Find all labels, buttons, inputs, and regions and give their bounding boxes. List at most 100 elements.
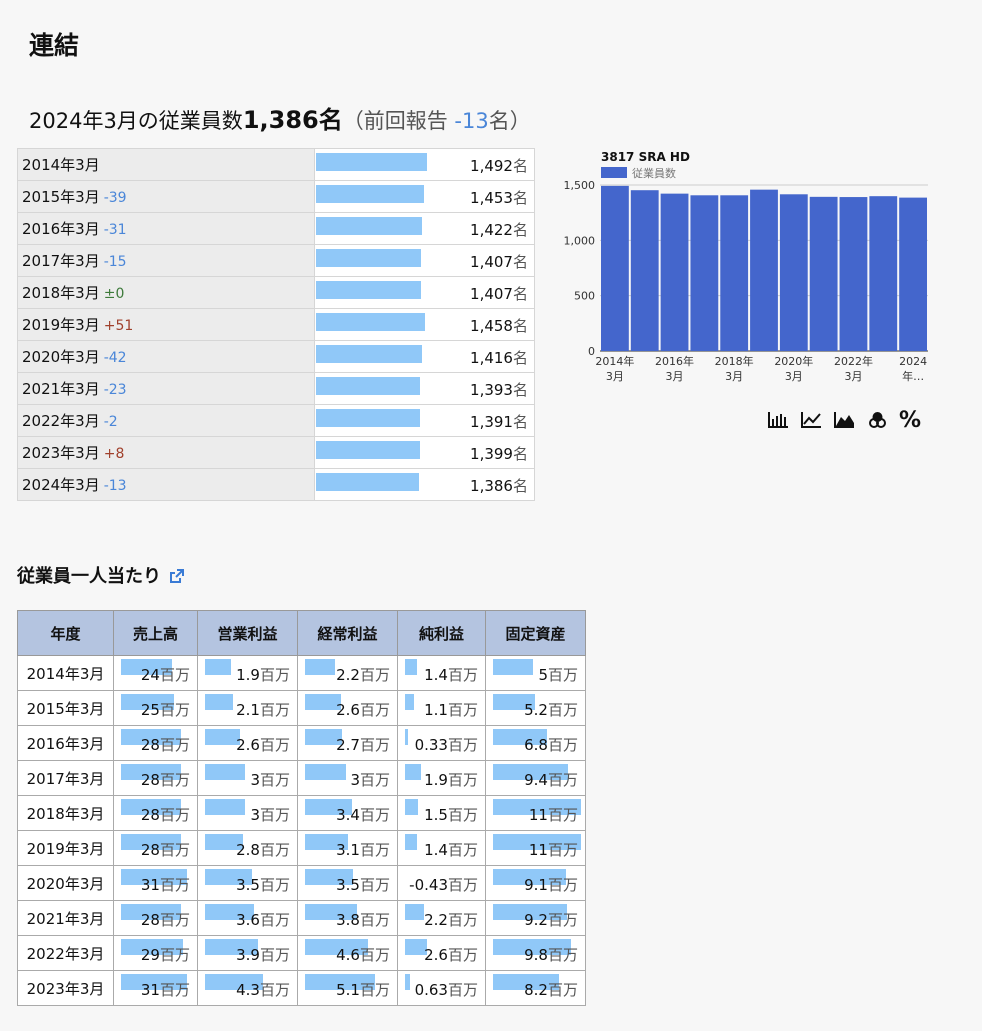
per-employee-cell: 0.63百万 [397,970,486,1006]
per-employee-number: 5 [538,666,548,684]
per-employee-year: 2022年3月 [17,935,114,971]
per-employee-number: 1.9 [424,771,448,789]
per-employee-value: 31百万 [141,979,190,1000]
employee-bar-chart: 3817 SRA HD 従業員数 0 500 1,000 1,500 2014年 3月 2016… [564,150,928,383]
per-employee-cell: 5百万 [485,655,586,691]
per-employee-unit: 百万 [447,806,478,824]
employee-unit: 名 [512,317,528,335]
per-employee-number: 0.33 [414,736,448,754]
per-employee-bar [493,659,533,675]
employee-change: -31 [103,222,127,238]
per-employee-unit: 百万 [159,981,190,999]
per-employee-unit: 百万 [547,771,578,789]
per-employee-header: 経常利益 [297,610,398,656]
per-employee-cell: 0.33百万 [397,725,486,761]
employee-value: 1,399名 [470,443,528,464]
area-chart-icon[interactable] [832,408,856,432]
per-employee-cell: 1.9百万 [397,760,486,796]
per-employee-value: 28百万 [141,839,190,860]
per-employee-unit: 百万 [447,666,478,684]
external-link-icon[interactable] [169,568,185,589]
per-employee-number: 3.8 [336,911,360,929]
per-employee-value: 9.4百万 [524,769,578,790]
per-employee-value: 3.8百万 [336,909,390,930]
per-employee-number: 2.2 [424,911,448,929]
per-employee-number: 9.1 [524,876,548,894]
per-employee-bar [405,729,408,745]
employee-change: -23 [103,382,127,398]
per-employee-value: 1.9百万 [236,664,290,685]
per-employee-value: 1.4百万 [424,839,478,860]
per-employee-value: 3.5百万 [236,874,290,895]
employee-year: 2014年3月 [22,156,100,174]
per-employee-number: 2.7 [336,736,360,754]
employee-bar [316,249,421,267]
per-employee-number: 11 [528,841,548,859]
per-employee-value: 1.4百万 [424,664,478,685]
bar-chart-icon[interactable] [766,408,790,432]
per-employee-row: 2023年3月 31百万 4.3百万 5.1百万 0.63百万 8.2百万 [17,970,586,1006]
percent-icon[interactable]: % [898,408,922,433]
per-employee-number: 3.9 [236,946,260,964]
line-chart-icon[interactable] [799,408,823,432]
employee-value-cell: 1,407名 [314,276,535,309]
employee-value: 1,407名 [470,251,528,272]
employee-value-cell: 1,393名 [314,372,535,405]
employee-row: 2019年3月 +51 1,458名 [17,308,535,341]
chart-xtick-label: 3月 [666,370,684,383]
employee-value: 1,492名 [470,155,528,176]
per-employee-year: 2020年3月 [17,865,114,901]
per-employee-cell: 28百万 [113,900,198,936]
per-employee-cell: 1.4百万 [397,655,486,691]
per-employee-number: 0.63 [414,981,448,999]
employee-row-year-cell: 2017年3月 -15 [17,244,315,277]
per-employee-bar [405,764,421,780]
employee-row: 2021年3月 -23 1,393名 [17,372,535,405]
per-employee-value: 11百万 [529,804,578,825]
per-employee-cell: 3百万 [297,760,398,796]
chart-bar [809,196,838,351]
per-employee-unit: 百万 [447,911,478,929]
per-employee-unit: 百万 [359,666,390,684]
employee-bar [316,185,424,203]
per-employee-cell: 3.1百万 [297,830,398,866]
employee-change: -2 [103,414,118,430]
employee-count: 1,393 [470,381,513,399]
per-employee-number: 5.1 [336,981,360,999]
employee-unit: 名 [512,349,528,367]
per-employee-row: 2022年3月 29百万 3.9百万 4.6百万 2.6百万 9.8百万 [17,935,586,971]
per-employee-bar [205,694,233,710]
per-employee-value: 1.1百万 [424,699,478,720]
per-employee-row: 2017年3月 28百万 3百万 3百万 1.9百万 9.4百万 [17,760,586,796]
per-employee-bar [305,764,346,780]
per-employee-value: 3百万 [350,769,390,790]
employee-unit: 名 [512,477,528,495]
per-employee-table: 年度 売上高 営業利益 経常利益 純利益 固定資産 2014年3月 24百万 1.9百万 2.2… [17,610,586,1006]
per-employee-cell: 31百万 [113,865,198,901]
per-employee-number: 28 [140,911,160,929]
per-employee-unit: 百万 [359,771,390,789]
employee-count: 1,458 [470,317,513,335]
per-employee-number: 6.8 [524,736,548,754]
per-employee-cell: 29百万 [113,935,198,971]
per-employee-header: 純利益 [397,610,486,656]
per-employee-value: 11百万 [529,839,578,860]
per-employee-year: 2015年3月 [17,690,114,726]
per-employee-number: 1.4 [424,666,448,684]
stack-icon[interactable] [865,408,889,432]
employee-year: 2024年3月 [22,476,100,494]
per-employee-unit: 百万 [259,946,290,964]
employee-value-cell: 1,399名 [314,436,535,469]
employee-row-year-cell: 2021年3月 -23 [17,372,315,405]
employee-row-year-cell: 2014年3月 [17,148,315,181]
chart-bar [630,190,659,351]
per-employee-unit: 百万 [259,911,290,929]
per-employee-cell: 2.2百万 [297,655,398,691]
employee-row: 2017年3月 -15 1,407名 [17,244,535,277]
per-employee-value: 28百万 [141,769,190,790]
employee-year: 2019年3月 [22,316,100,334]
per-employee-value: 24百万 [141,664,190,685]
per-employee-unit: 百万 [259,701,290,719]
per-employee-value: 25百万 [141,699,190,720]
per-employee-value: 3.9百万 [236,944,290,965]
